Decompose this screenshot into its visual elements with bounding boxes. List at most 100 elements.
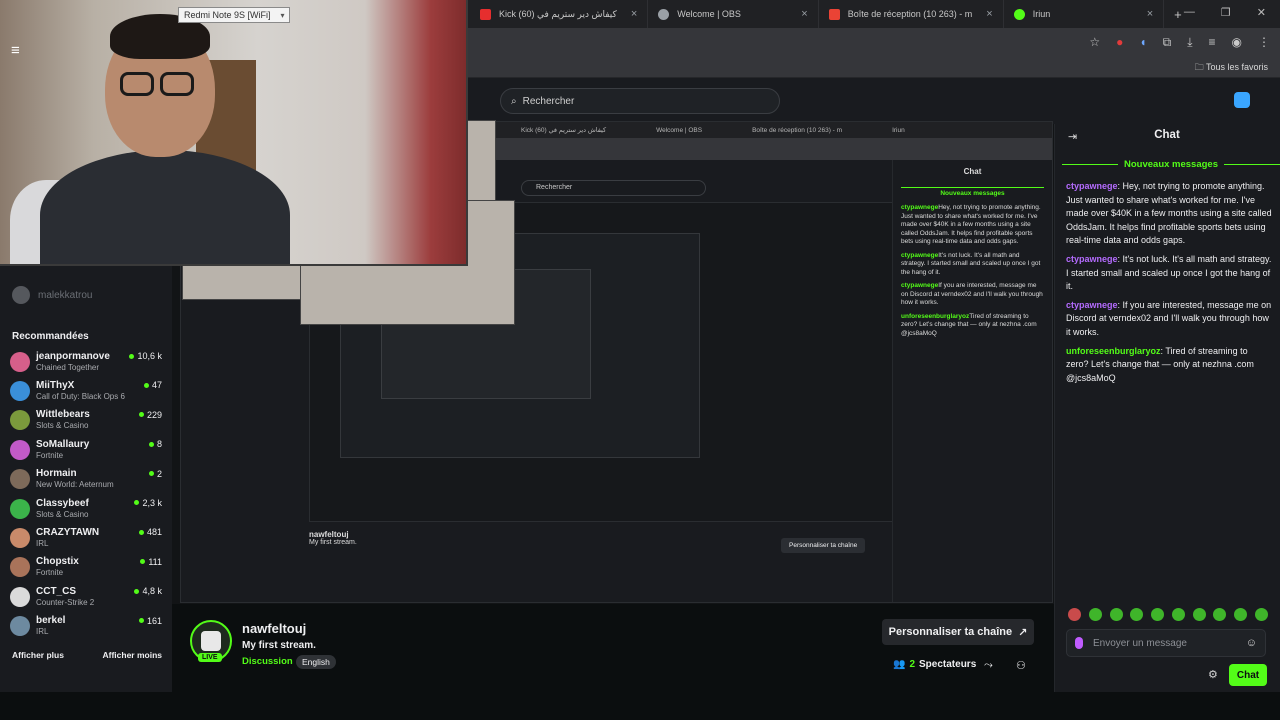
viewer-count: 111 <box>140 557 162 567</box>
tab-iriun[interactable]: Iriun × <box>1004 0 1165 28</box>
chat-settings-icon[interactable]: ⚙ <box>1208 668 1218 681</box>
search-input[interactable]: ⌕ Rechercher <box>500 88 780 114</box>
send-chat-button[interactable]: Chat <box>1229 664 1267 686</box>
kick-tab-icon <box>480 8 491 20</box>
viewer-number: 481 <box>146 527 162 538</box>
chat-username[interactable]: unforeseenburglaryoz <box>1066 346 1161 356</box>
chat-input-placeholder: Envoyer un message <box>1093 637 1187 649</box>
extension-translate-icon[interactable]: ◖ <box>1139 35 1146 49</box>
emote-icon[interactable] <box>1171 608 1185 621</box>
webcam-device-select[interactable]: Redmi Note 9S [WiFi] <box>178 7 290 23</box>
search-icon: ⌕ <box>511 95 517 107</box>
menu-dots-icon[interactable]: ⋮ <box>1258 35 1270 49</box>
close-icon[interactable]: × <box>801 8 807 20</box>
sidebar-followed-channel[interactable]: malekkatrou <box>12 286 92 304</box>
follow-user-icon[interactable]: ⚇ <box>1016 659 1026 672</box>
close-icon[interactable]: × <box>986 8 992 20</box>
close-window-icon[interactable]: ✕ <box>1257 6 1266 19</box>
extension-record-icon[interactable]: ● <box>1116 35 1123 49</box>
sidebar-channel[interactable]: Classybeef Slots & Casino 2,3 k <box>10 494 162 523</box>
language-tag[interactable]: English <box>296 655 336 669</box>
share-icon[interactable]: ⤳ <box>984 659 993 672</box>
channel-name: jeanpormanove <box>36 350 110 362</box>
sidebar-channel[interactable]: berkel IRL 161 <box>10 612 162 641</box>
maximize-icon[interactable]: ❐ <box>1221 6 1231 19</box>
capture-tab-iriun: Iriun <box>892 126 905 134</box>
viewer-count: 10,6 k <box>129 351 162 361</box>
tab-kick[interactable]: Kick كيفاش دير ستريم في (60) × <box>470 0 649 28</box>
sidebar-channel[interactable]: CCT_CS Counter-Strike 2 4,8 k <box>10 582 162 611</box>
viewer-number: 10,6 k <box>137 351 162 361</box>
tab-kick-label: Kick كيفاش دير ستريم في (60) <box>499 8 617 19</box>
viewer-number: 4,8 k <box>142 586 162 597</box>
profile-icon[interactable]: ◉ <box>1232 35 1242 49</box>
show-more-button[interactable]: Afficher plus <box>12 650 64 660</box>
live-dot-icon <box>138 529 144 535</box>
sidebar-channel[interactable]: CRAZYTAWN IRL 481 <box>10 523 162 552</box>
avatar <box>10 616 30 637</box>
hamburger-menu-icon[interactable]: ≡ <box>11 42 29 59</box>
live-dot-icon <box>138 618 144 624</box>
glasses-left <box>120 72 154 96</box>
live-dot-icon <box>140 559 146 565</box>
chat-username[interactable]: ctypawnege <box>1066 181 1118 191</box>
tab-obs[interactable]: Welcome | OBS × <box>648 0 819 28</box>
capture-chat-message: ctypawnegeIf you are interested, message… <box>901 282 1044 308</box>
chat-title: Chat <box>1154 129 1180 141</box>
chat-message: ctypawnege: If you are interested, messa… <box>1066 299 1272 340</box>
extensions-icon[interactable]: ⧉ <box>1163 35 1172 50</box>
emote-icon[interactable] <box>1068 608 1081 621</box>
emote-icon[interactable] <box>1234 608 1248 621</box>
channel-category: Slots & Casino <box>36 509 89 519</box>
emote-icon[interactable] <box>1088 608 1102 621</box>
recommended-list: jeanpormanove Chained Together 10,6 k MiiTh… <box>10 347 162 641</box>
gmail-tab-icon <box>828 8 840 20</box>
sidebar-channel[interactable]: jeanpormanove Chained Together 10,6 k <box>10 347 162 376</box>
emote-icon[interactable] <box>1130 608 1144 621</box>
emote-icon[interactable] <box>1192 608 1206 621</box>
avatar <box>10 469 30 490</box>
mic-icon[interactable] <box>1075 637 1083 649</box>
viewer-label: Spectateurs <box>919 659 977 670</box>
emote-icon[interactable] <box>1151 608 1165 621</box>
sidebar-channel[interactable]: MiiThyX Call of Duty: Black Ops 6 47 <box>10 376 162 405</box>
customize-channel-button[interactable]: Personnaliser ta chaîne ↗ <box>882 619 1034 645</box>
capture-chat: Chat Nouveaux messages ctypawnegeHey, no… <box>892 160 1052 602</box>
star-icon[interactable]: ☆ <box>1089 35 1100 49</box>
sidebar-channel[interactable]: Chopstix Fortnite 111 <box>10 553 162 582</box>
chat-username[interactable]: ctypawnege <box>1066 254 1118 264</box>
viewer-count: 2,3 k <box>134 498 162 508</box>
sidebar-channel[interactable]: SoMallaury Fortnite 8 <box>10 435 162 464</box>
capture-messages: ctypawnegeHey, not trying to promote any… <box>901 204 1044 338</box>
user-avatar[interactable] <box>1234 92 1250 108</box>
capture-chat-username: ctypawnege <box>901 282 939 289</box>
stream-category[interactable]: Discussion <box>242 656 293 667</box>
sidebar-channel[interactable]: Wittlebears Slots & Casino 229 <box>10 406 162 435</box>
chat-message: ctypawnege: It's not luck. It's all math… <box>1066 253 1272 294</box>
avatar <box>10 351 30 372</box>
obs-tab-icon <box>658 8 670 20</box>
chat-input[interactable]: Envoyer un message ☺ <box>1066 629 1266 657</box>
emote-icon[interactable] <box>1213 608 1227 621</box>
search-placeholder: Rechercher <box>522 95 575 107</box>
tab-gmail[interactable]: Boîte de réception (10 263) - m × <box>819 0 1004 28</box>
close-icon[interactable]: × <box>631 8 637 20</box>
channel-name[interactable]: nawfeltouj <box>242 621 306 636</box>
all-bookmarks[interactable]: 🗀 Tous les favoris <box>1195 60 1268 76</box>
channel-name: Chopstix <box>36 556 79 568</box>
show-less-button[interactable]: Afficher moins <box>102 650 162 660</box>
webcam-overlay: Redmi Note 9S [WiFi] ≡ <box>0 0 468 266</box>
emote-icon[interactable] <box>1109 608 1123 621</box>
chat-messages: ctypawnege: Hey, not trying to promote a… <box>1066 180 1272 390</box>
capture-chat-title: Chat <box>963 167 982 176</box>
live-badge: LIVE <box>198 653 222 662</box>
download-icon[interactable]: ⤓ <box>1187 35 1192 50</box>
emoji-icon[interactable]: ☺ <box>1246 637 1257 649</box>
chat-message: ctypawnege: Hey, not trying to promote a… <box>1066 180 1272 248</box>
emote-icon[interactable] <box>1254 608 1268 621</box>
close-icon[interactable]: × <box>1147 8 1153 20</box>
reading-list-icon[interactable]: ≡ <box>1209 35 1216 49</box>
minimize-icon[interactable]: — <box>1184 6 1195 19</box>
sidebar-channel[interactable]: Hormain New World: Aeternum 2 <box>10 465 162 494</box>
chat-username[interactable]: ctypawnege <box>1066 300 1118 310</box>
